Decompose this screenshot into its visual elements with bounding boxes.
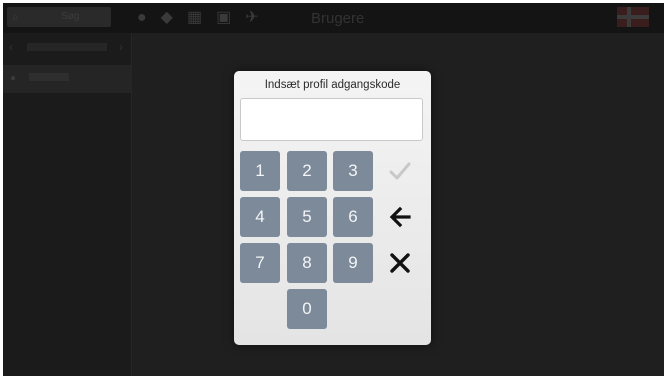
key-4[interactable]: 4: [240, 197, 280, 237]
password-field[interactable]: [240, 98, 423, 141]
top-icons: ● ◆ ▦ ▣ ✈: [137, 8, 259, 28]
key-0[interactable]: 0: [287, 289, 327, 329]
window-icon[interactable]: ▣: [216, 8, 231, 28]
arrow-left-icon: [389, 206, 411, 228]
confirm-button[interactable]: [380, 151, 420, 191]
key-9[interactable]: 9: [333, 243, 373, 283]
app-screen: ⌕ Søg ● ◆ ▦ ▣ ✈ Brugere ‹ › ● Indsæt pro…: [3, 3, 664, 376]
password-dialog: Indsæt profil adgangskode 1 2 3 4 5 6 7 …: [234, 71, 431, 345]
key-3[interactable]: 3: [333, 151, 373, 191]
dialog-title: Indsæt profil adgangskode: [264, 79, 401, 91]
chevron-left-icon[interactable]: ‹: [9, 40, 13, 54]
search-box[interactable]: ⌕ Søg: [7, 7, 111, 27]
plane-icon[interactable]: ✈: [245, 8, 258, 28]
backspace-button[interactable]: [380, 197, 420, 237]
danish-flag-icon[interactable]: [617, 7, 649, 27]
sidebar: ‹ › ●: [3, 33, 132, 376]
top-bar: ⌕ Søg ● ◆ ▦ ▣ ✈ Brugere: [3, 3, 664, 33]
user-icon: ●: [10, 73, 17, 84]
key-2[interactable]: 2: [287, 151, 327, 191]
search-text: Søg: [61, 11, 80, 22]
sidebar-nav: ‹ ›: [3, 37, 131, 59]
key-7[interactable]: 7: [240, 243, 280, 283]
key-5[interactable]: 5: [287, 197, 327, 237]
leaf-icon[interactable]: ◆: [161, 8, 173, 28]
page-title: Brugere: [311, 10, 365, 27]
check-icon: [389, 162, 411, 180]
close-icon: [390, 253, 410, 273]
key-6[interactable]: 6: [333, 197, 373, 237]
cancel-button[interactable]: [380, 243, 420, 283]
sidebar-item[interactable]: ●: [3, 65, 131, 93]
sidebar-nav-label: [27, 43, 107, 51]
search-icon: ⌕: [12, 10, 19, 24]
sidebar-item-label: [29, 73, 69, 81]
key-1[interactable]: 1: [240, 151, 280, 191]
key-8[interactable]: 8: [287, 243, 327, 283]
calendar-icon[interactable]: ▦: [187, 8, 202, 28]
chevron-right-icon[interactable]: ›: [119, 40, 123, 54]
drop-icon[interactable]: ●: [137, 8, 147, 28]
